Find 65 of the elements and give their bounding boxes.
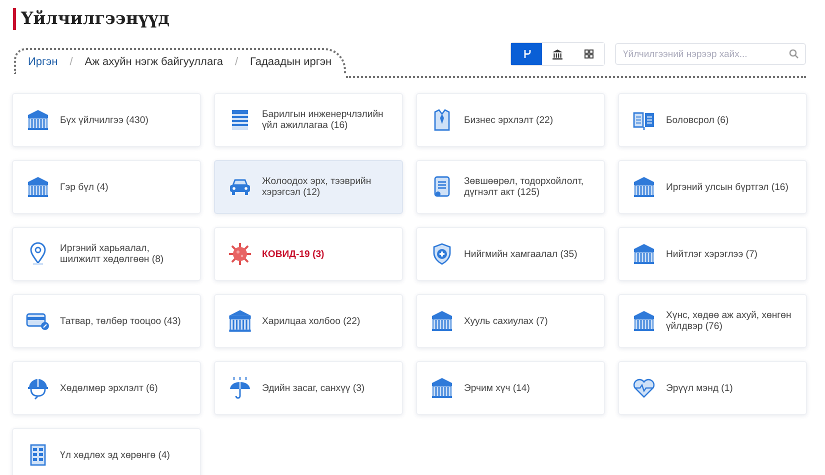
page-title: Үйлчилгээнүүд — [13, 8, 170, 30]
service-card[interactable]: Барилгын инженерчлэлийн үйл ажиллагаа (16) — [214, 93, 403, 147]
service-card[interactable]: Эдийн засаг, санхүү (3) — [214, 361, 403, 415]
virus-icon — [228, 242, 252, 266]
breadcrumb-separator: / — [68, 56, 74, 68]
service-card[interactable]: Иргэний харьяалал, шилжилт хөдөлгөөн (8) — [12, 227, 201, 281]
grid-icon — [584, 49, 594, 59]
service-label: Гэр бүл (4) — [60, 182, 108, 192]
building-icon — [430, 376, 454, 400]
service-label: Хүнс, хөдөө аж ахуй, хөнгөн үйлдвэр (76) — [666, 310, 792, 332]
service-label: Иргэний улсын бүртгэл (16) — [666, 182, 788, 192]
service-card[interactable]: Хүнс, хөдөө аж ахуй, хөнгөн үйлдвэр (76) — [618, 294, 807, 348]
service-label: Бүх үйлчилгээ (430) — [60, 114, 148, 126]
service-label: Татвар, төлбөр тооцоо (43) — [60, 316, 181, 326]
service-card[interactable]: Нийтлэг хэрэглээ (7) — [618, 227, 807, 281]
building-icon — [26, 175, 50, 199]
building-icon — [632, 175, 656, 199]
service-label: Иргэний харьяалал, шилжилт хөдөлгөөн (8) — [60, 243, 165, 265]
service-label: Жолоодох эрх, тээврийн хэрэгсэл (12) — [262, 176, 372, 198]
branch-icon — [522, 49, 532, 59]
service-label: Эдийн засаг, санхүү (3) — [262, 382, 365, 394]
service-label: Бизнес эрхлэлт (22) — [464, 114, 554, 126]
service-card[interactable]: Боловсрол (6) — [618, 93, 807, 147]
service-card[interactable]: КОВИД-19 (3) — [214, 227, 403, 281]
branch-view-button[interactable] — [511, 43, 542, 65]
service-card[interactable]: Хөдөлмөр эрхлэлт (6) — [12, 361, 201, 415]
heart-pulse-icon — [632, 376, 656, 400]
breadcrumb-tab[interactable]: Аж ахуйн нэгж байгууллага — [84, 56, 223, 68]
building-icon — [632, 242, 656, 266]
service-label: Нийтлэг хэрэглээ (7) — [666, 248, 758, 260]
building-icon — [26, 108, 50, 132]
service-card[interactable]: Эрчим хүч (14) — [416, 361, 605, 415]
breadcrumb-tab[interactable]: Гадаадын иргэн — [250, 56, 332, 68]
breadcrumb-separator: / — [234, 56, 240, 68]
service-card[interactable]: Эрүүл мэнд (1) — [618, 361, 807, 415]
service-label: Эрүүл мэнд (1) — [666, 382, 733, 394]
service-label: Эрчим хүч (14) — [464, 382, 530, 394]
bank-icon — [552, 48, 563, 60]
service-card[interactable]: Жолоодох эрх, тээврийн хэрэгсэл (12) — [214, 160, 403, 214]
building-icon — [430, 309, 454, 333]
service-label: Боловсрол (6) — [666, 114, 729, 126]
service-card[interactable]: Нийгмийн хамгаалал (35) — [416, 227, 605, 281]
service-card[interactable]: Иргэний улсын бүртгэл (16) — [618, 160, 807, 214]
service-card[interactable]: Бүх үйлчилгээ (430) — [12, 93, 201, 147]
service-card[interactable]: Үл хөдлөх эд хөрөнгө (4) — [12, 428, 201, 475]
helmet-icon — [26, 376, 50, 400]
service-card[interactable]: Харилцаа холбоо (22) — [214, 294, 403, 348]
service-label: Нийгмийн хамгаалал (35) — [464, 248, 578, 260]
service-label: Зөвшөөрөл, тодорхойлолт, дүгнэлт акт (125) — [464, 176, 585, 198]
service-label: Хөдөлмөр эрхлэлт (6) — [60, 382, 158, 394]
service-label: КОВИД-19 (3) — [262, 248, 324, 260]
service-card[interactable]: Гэр бүл (4) — [12, 160, 201, 214]
service-card[interactable]: Хууль сахиулах (7) — [416, 294, 605, 348]
search-field[interactable]: Үйлчилгээний нэрээр хайх... — [615, 43, 806, 65]
service-label: Барилгын инженерчлэлийн үйл ажиллагаа (16) — [262, 109, 384, 131]
service-label: Харилцаа холбоо (22) — [262, 316, 360, 326]
service-card[interactable]: Бизнес эрхлэлт (22) — [416, 93, 605, 147]
service-card[interactable]: Зөвшөөрөл, тодорхойлолт, дүгнэлт акт (125) — [416, 160, 605, 214]
umbrella-icon — [228, 376, 252, 400]
breadcrumb-tab[interactable]: Иргэн — [28, 56, 58, 68]
service-label: Хууль сахиулах (7) — [464, 316, 548, 326]
service-card[interactable]: Татвар, төлбөр тооцоо (43) — [12, 294, 201, 348]
building-icon — [632, 309, 656, 333]
service-label: Үл хөдлөх эд хөрөнгө (4) — [60, 450, 170, 460]
search-icon — [789, 49, 799, 59]
